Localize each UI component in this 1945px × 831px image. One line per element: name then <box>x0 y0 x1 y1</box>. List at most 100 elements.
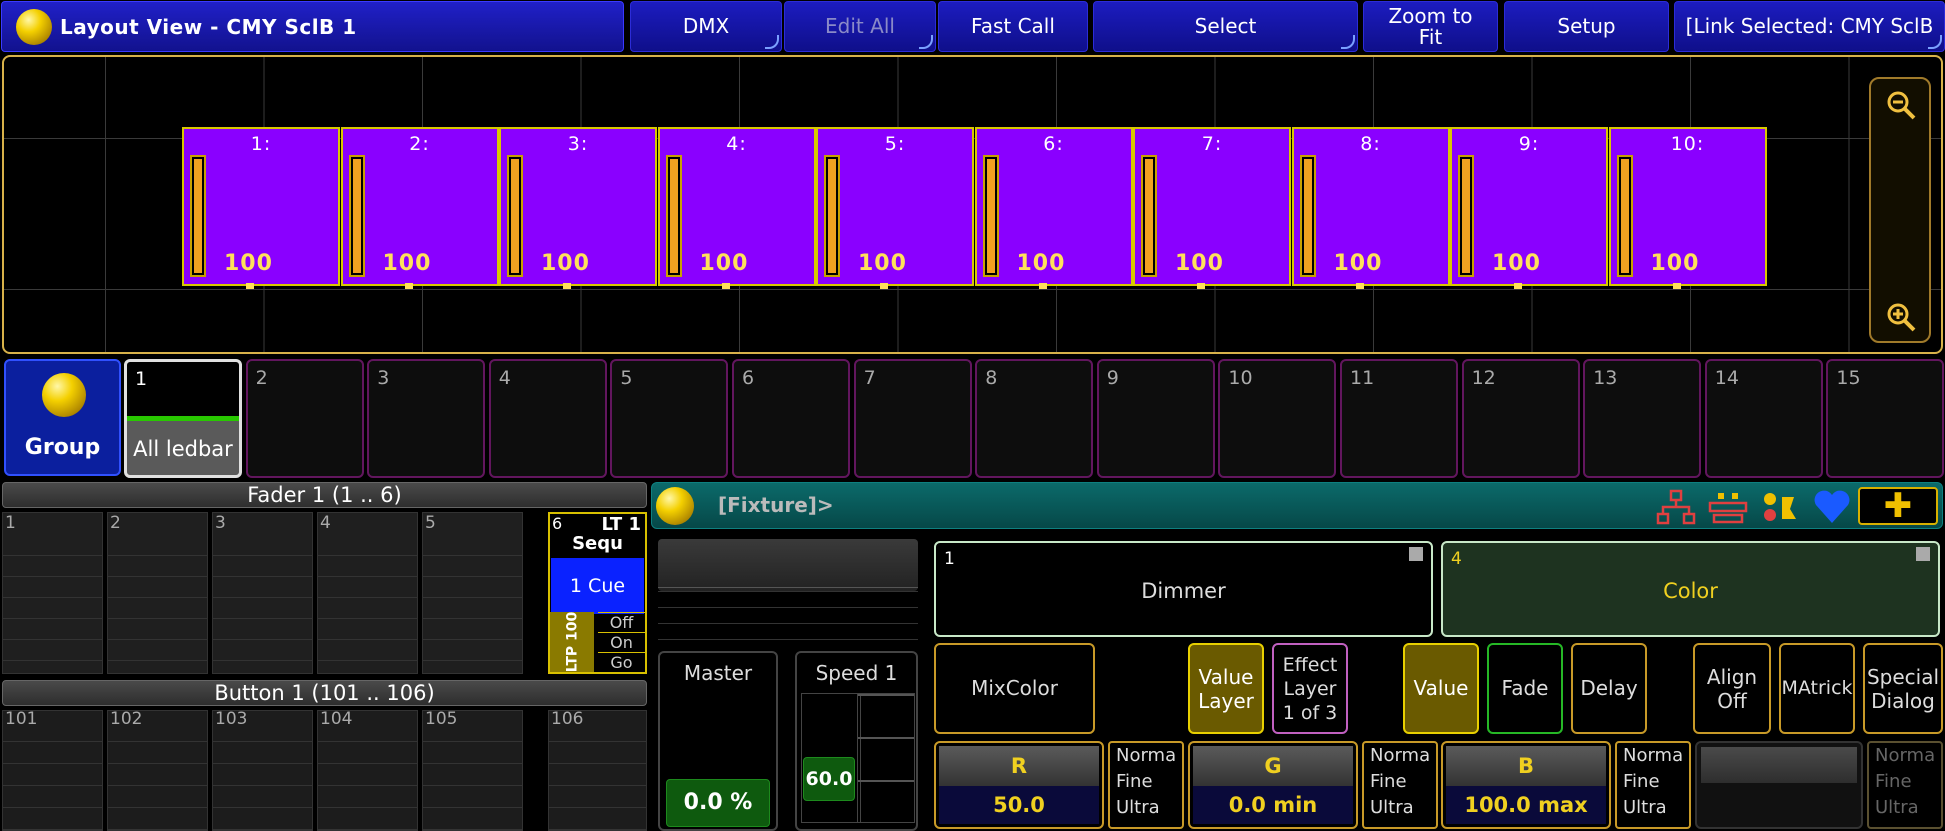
fader-executor-2[interactable]: 2 <box>107 512 208 674</box>
fixture-2[interactable]: 2: 100 <box>340 127 499 289</box>
executor-6[interactable]: 6 LT 1 Sequ 1 Cue LTP 100 Off On Go <box>548 512 647 674</box>
toolbar-button-5[interactable]: Zoom to Fit <box>1363 1 1498 52</box>
button-executor-104[interactable]: 104 <box>317 709 418 831</box>
layout-view[interactable]: 1: 100 2: 100 3: 100 4: 100 5: 100 6: 100 7: 100 8: 100… <box>2 55 1943 354</box>
button-number: 106 <box>551 709 584 729</box>
delay-button[interactable]: Delay <box>1571 643 1647 734</box>
corner-arrow-icon <box>1341 35 1355 49</box>
preset-color[interactable]: 4 Color <box>1441 541 1940 637</box>
zoom-in-icon[interactable] <box>1885 301 1917 333</box>
group-cell-10[interactable]: 10 <box>1218 359 1337 478</box>
network-icon[interactable] <box>1656 489 1696 532</box>
encoder-r[interactable]: R 50.0 <box>934 741 1104 829</box>
toolbar-button-4[interactable]: Select <box>1093 1 1358 52</box>
effect-layer-button[interactable]: Effect Layer 1 of 3 <box>1272 643 1348 734</box>
encoder-g-mode[interactable]: Norma Fine Ultra <box>1362 741 1438 829</box>
encoder-4[interactable] <box>1695 741 1863 829</box>
button-executor-102[interactable]: 102 <box>107 709 208 831</box>
preset-dimmer[interactable]: 1 Dimmer <box>934 541 1433 637</box>
heart-icon[interactable] <box>1812 489 1852 532</box>
button-executor-106[interactable]: 106 <box>548 709 647 831</box>
exec6-go[interactable]: Go <box>598 652 645 672</box>
group-cell-15[interactable]: 15 <box>1826 359 1945 478</box>
align-button[interactable]: Align Off <box>1693 643 1771 734</box>
group-cell-3[interactable]: 3 <box>367 359 486 478</box>
corner-arrow-icon <box>919 35 933 49</box>
group-cell-1[interactable]: 1 All ledbar <box>124 359 242 478</box>
fixture-marker <box>563 283 571 289</box>
toolbar-button-1[interactable]: DMX <box>630 1 782 52</box>
button-lines <box>423 741 522 830</box>
encoder-4-mode[interactable]: Norma Fine Ultra <box>1867 741 1943 829</box>
fader-executor-4[interactable]: 4 <box>317 512 418 674</box>
fixture-breadcrumb[interactable]: [Fixture]> <box>718 493 834 517</box>
fixture-value: 100 <box>1016 251 1066 276</box>
group-cell-12[interactable]: 12 <box>1461 359 1580 478</box>
stage-icon[interactable] <box>1708 489 1748 532</box>
fader-executor-1[interactable]: 1 <box>2 512 103 674</box>
group-pool-header[interactable]: Group <box>4 359 121 476</box>
dimmer-marker <box>1409 547 1423 561</box>
group-cell-5[interactable]: 5 <box>610 359 729 478</box>
toolbar-button-label: DMX <box>682 14 730 38</box>
fader-executor-3[interactable]: 3 <box>212 512 313 674</box>
group-cell-11[interactable]: 11 <box>1340 359 1458 478</box>
fixture-7[interactable]: 7: 100 <box>1133 127 1291 289</box>
mode-normal: Norma <box>1116 745 1177 766</box>
add-button[interactable]: ✚ <box>1858 487 1938 525</box>
toolbar-button-6[interactable]: Setup <box>1504 1 1669 52</box>
group-cell-2[interactable]: 2 <box>245 359 364 478</box>
fixture-marker <box>1514 283 1522 289</box>
group-cell-8[interactable]: 8 <box>975 359 1094 478</box>
fixture-10[interactable]: 10: 100 <box>1608 127 1767 289</box>
special-dialog-button[interactable]: Special Dialog <box>1863 643 1943 734</box>
exec6-on[interactable]: On <box>598 632 645 652</box>
fixture-6[interactable]: 6: 100 <box>974 127 1133 289</box>
fixture-4[interactable]: 4: 100 <box>657 127 816 289</box>
fader-executor-5[interactable]: 5 <box>422 512 523 674</box>
matrick-button[interactable]: MAtrick <box>1779 643 1855 734</box>
fixture-1[interactable]: 1: 100 <box>182 127 340 289</box>
group-cell-13[interactable]: 13 <box>1583 359 1702 478</box>
fixture-5[interactable]: 5: 100 <box>816 127 974 289</box>
speed-fader[interactable]: Speed 1 60.0 <box>795 651 918 831</box>
ma-logo-icon[interactable] <box>16 8 52 45</box>
encoder-b-mode[interactable]: Norma Fine Ultra <box>1615 741 1691 829</box>
group-cell-6[interactable]: 6 <box>732 359 850 478</box>
button-executor-103[interactable]: 103 <box>212 709 313 831</box>
master-fader[interactable]: Master 0.0 % <box>658 651 778 831</box>
mixcolor-button[interactable]: MixColor <box>934 643 1095 734</box>
encoder-r-mode[interactable]: Norma Fine Ultra <box>1108 741 1184 829</box>
encoder-4-mode-ultra: Ultra <box>1875 797 1919 818</box>
exec6-cue[interactable]: 1 Cue <box>551 558 644 614</box>
group-cell-9[interactable]: 9 <box>1096 359 1215 478</box>
master-value: 0.0 % <box>666 779 770 827</box>
toolbar-button-2[interactable]: Edit All <box>784 1 936 52</box>
encoder-g[interactable]: G 0.0 min <box>1188 741 1358 829</box>
group-cell-14[interactable]: 14 <box>1704 359 1823 478</box>
fade-button[interactable]: Fade <box>1487 643 1563 734</box>
window-title[interactable]: Layout View - CMY SclB 1 <box>1 1 624 52</box>
encoder-ball-icon[interactable] <box>656 487 694 525</box>
speed-label: Speed 1 <box>815 661 898 685</box>
fader-number: 2 <box>110 513 121 533</box>
encoder-b[interactable]: B 100.0 max <box>1441 741 1611 829</box>
value-button[interactable]: Value <box>1403 643 1479 734</box>
fader-number: 5 <box>425 513 436 533</box>
value-layer-button[interactable]: Value Layer <box>1188 643 1264 734</box>
zoom-out-icon[interactable] <box>1885 89 1917 121</box>
fixture-3[interactable]: 3: 100 <box>499 127 657 289</box>
fixture-8[interactable]: 8: 100 <box>1291 127 1450 289</box>
button-executor-105[interactable]: 105 <box>422 709 523 831</box>
toolbar-button-3[interactable]: Fast Call <box>938 1 1088 52</box>
group-number: 11 <box>1350 367 1375 389</box>
encoder-bar: [Fixture]> ✚ <box>651 482 1943 529</box>
fixture-9[interactable]: 9: 100 <box>1450 127 1608 289</box>
fixture-icon[interactable] <box>1760 489 1800 532</box>
zoom-panel <box>1869 77 1931 343</box>
group-cell-4[interactable]: 4 <box>488 359 607 478</box>
toolbar-button-7[interactable]: [Link Selected: CMY SclB <box>1674 1 1945 52</box>
button-executor-101[interactable]: 101 <box>2 709 103 831</box>
group-cell-7[interactable]: 7 <box>853 359 972 478</box>
exec6-off[interactable]: Off <box>598 612 645 632</box>
